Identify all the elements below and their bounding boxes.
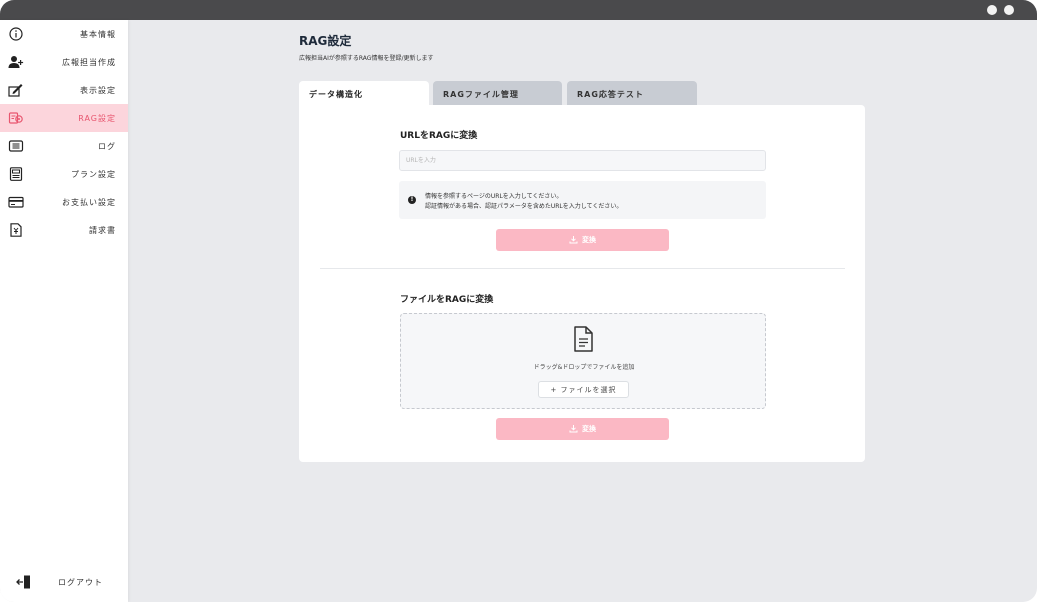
sidebar-item-label: 請求書 [89, 225, 116, 235]
info-circle-icon [8, 27, 24, 41]
url-input[interactable] [399, 150, 766, 171]
app-window: 基本情報 広報担当作成 表示設定 RAG設定 ログ プラン設定 お支払い設定 請… [0, 0, 1037, 602]
sidebar-item-display-settings[interactable]: 表示設定 [0, 76, 128, 104]
download-icon [569, 424, 578, 435]
sidebar-item-label: 広報担当作成 [62, 57, 116, 67]
sidebar-item-create-pr[interactable]: 広報担当作成 [0, 48, 128, 76]
logout-icon [16, 575, 32, 589]
logout-label: ログアウト [58, 578, 103, 587]
select-file-button[interactable]: + ファイルを選択 [538, 381, 629, 398]
sidebar-item-label: 基本情報 [80, 29, 116, 39]
sidebar-item-payment-settings[interactable]: お支払い設定 [0, 188, 128, 216]
file-convert-label: 変換 [582, 425, 596, 433]
file-section-title: ファイルをRAGに変換 [400, 295, 494, 305]
window-control-dot[interactable] [987, 5, 997, 15]
info-icon: ! [408, 196, 416, 204]
sidebar-item-basic-info[interactable]: 基本情報 [0, 20, 128, 48]
add-user-icon [8, 55, 24, 69]
file-dropzone[interactable]: ドラッグ&ドロップでファイルを追加 + ファイルを選択 [400, 313, 766, 409]
log-list-icon [8, 139, 24, 153]
sidebar-item-log[interactable]: ログ [0, 132, 128, 160]
sidebar-item-label: RAG設定 [78, 113, 116, 123]
rag-card: URLをRAGに変換 ! 情報を参照するページのURLを入力してください。 認証… [299, 105, 865, 462]
sidebar-item-plan-settings[interactable]: プラン設定 [0, 160, 128, 188]
window-control-dot[interactable] [1004, 5, 1014, 15]
url-convert-label: 変換 [582, 236, 596, 244]
url-convert-button[interactable]: 変換 [496, 229, 669, 251]
sidebar-item-invoice[interactable]: 請求書 [0, 216, 128, 244]
window-titlebar [0, 0, 1037, 20]
page-title: RAG設定 [299, 34, 352, 48]
file-convert-button[interactable]: 変換 [496, 418, 669, 440]
plan-icon [8, 167, 24, 181]
info-text-line: 情報を参照するページのURLを入力してください。 [425, 193, 563, 200]
tab-rag-file-management[interactable]: RAGファイル管理 [433, 81, 562, 105]
page-subtitle: 広報担当AIが参照するRAG情報を登録/更新します [299, 55, 434, 62]
main-content: RAG設定 広報担当AIが参照するRAG情報を登録/更新します データ構造化 R… [128, 20, 1037, 602]
dropzone-text: ドラッグ&ドロップでファイルを追加 [533, 364, 635, 371]
info-text-line: 認証情報がある場合、認証パラメータを含めたURLを入力してください。 [425, 203, 623, 210]
url-section-title: URLをRAGに変換 [400, 131, 478, 141]
document-icon [572, 326, 594, 352]
sidebar-item-label: 表示設定 [80, 85, 116, 95]
section-divider [320, 268, 845, 269]
sidebar-item-label: プラン設定 [71, 169, 116, 179]
credit-card-icon [8, 195, 24, 209]
info-box: ! 情報を参照するページのURLを入力してください。 認証情報がある場合、認証パ… [399, 181, 766, 219]
sidebar-item-rag-settings[interactable]: RAG設定 [0, 104, 128, 132]
sidebar-item-label: ログ [98, 141, 116, 151]
tab-rag-response-test[interactable]: RAG応答テスト [567, 81, 697, 105]
download-icon [569, 235, 578, 246]
rag-settings-icon [8, 111, 24, 125]
invoice-icon [8, 223, 24, 237]
logout-button[interactable]: ログアウト [0, 572, 128, 592]
sidebar: 基本情報 広報担当作成 表示設定 RAG設定 ログ プラン設定 お支払い設定 請… [0, 20, 128, 602]
edit-icon [8, 83, 24, 97]
sidebar-item-label: お支払い設定 [62, 197, 116, 207]
tab-data-structuring[interactable]: データ構造化 [299, 81, 429, 105]
